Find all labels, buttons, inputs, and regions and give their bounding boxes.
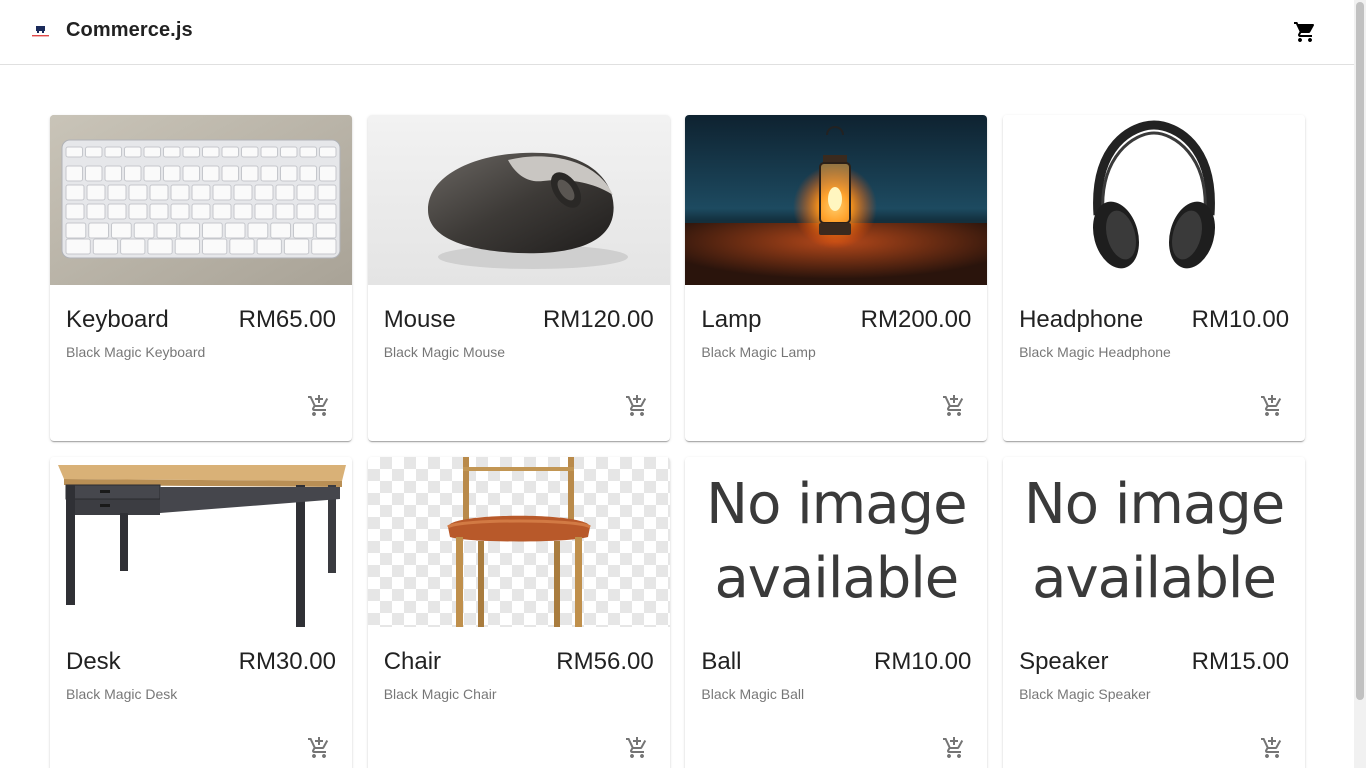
product-name: Chair	[383, 648, 442, 675]
product-description: Black Magic Headphone	[1019, 344, 1171, 360]
app-bar: Commerce.js	[0, 0, 1354, 65]
add-shopping-cart-icon	[1261, 737, 1282, 758]
add-to-cart-button[interactable]	[1257, 391, 1287, 421]
product-description: Black Magic Mouse	[383, 344, 506, 360]
product-card-ball: No image available Ball RM10.00 Black Ma…	[685, 457, 988, 768]
product-image-headphone	[1003, 115, 1306, 285]
add-to-cart-button[interactable]	[304, 391, 334, 421]
product-card-chair: Chair RM56.00 Black Magic Chair	[367, 457, 670, 768]
brand-title[interactable]: Commerce.js	[66, 19, 193, 42]
product-card-headphone: Headphone RM10.00 Black Magic Headphone	[1003, 115, 1306, 441]
product-name: Mouse	[383, 306, 456, 333]
product-image-placeholder: No image available	[685, 457, 988, 627]
add-to-cart-button[interactable]	[622, 391, 652, 421]
add-shopping-cart-icon	[943, 737, 964, 758]
cart-button[interactable]	[1286, 13, 1324, 51]
product-description: Black Magic Speaker	[1019, 686, 1151, 702]
product-image-keyboard	[50, 115, 352, 285]
add-shopping-cart-icon	[1261, 395, 1282, 416]
product-description: Black Magic Keyboard	[66, 344, 206, 360]
product-description: Black Magic Lamp	[701, 344, 816, 360]
add-to-cart-button[interactable]	[1257, 733, 1287, 763]
product-image-chair	[367, 457, 670, 627]
add-to-cart-button[interactable]	[939, 391, 969, 421]
product-card-speaker: No image available Speaker RM15.00 Black…	[1003, 457, 1306, 768]
product-price: RM65.00	[238, 306, 336, 333]
add-to-cart-button[interactable]	[622, 733, 652, 763]
product-name: Headphone	[1019, 306, 1144, 333]
product-price: RM56.00	[556, 648, 654, 675]
add-to-cart-button[interactable]	[939, 733, 969, 763]
add-shopping-cart-icon	[308, 737, 329, 758]
product-price: RM120.00	[542, 306, 654, 333]
product-description: Black Magic Desk	[66, 686, 178, 702]
product-price: RM10.00	[873, 648, 972, 675]
add-to-cart-button[interactable]	[304, 733, 334, 763]
scrollbar-thumb[interactable]	[1356, 2, 1364, 700]
product-card-lamp: Lamp RM200.00 Black Magic Lamp	[685, 115, 988, 441]
product-name: Lamp	[701, 306, 762, 333]
add-shopping-cart-icon	[625, 395, 646, 416]
product-price: RM10.00	[1191, 306, 1290, 333]
product-price: RM200.00	[860, 306, 972, 333]
product-image-lamp	[685, 115, 988, 285]
product-description: Black Magic Ball	[701, 686, 805, 702]
product-name: Desk	[66, 648, 121, 675]
commerce-logo-icon[interactable]	[31, 22, 50, 42]
product-image-placeholder: No image available	[1003, 457, 1306, 627]
product-price: RM30.00	[238, 648, 336, 675]
product-description: Black Magic Chair	[383, 686, 497, 702]
product-image-desk	[50, 457, 352, 627]
add-shopping-cart-icon	[625, 737, 646, 758]
product-card-keyboard: Keyboard RM65.00 Black Magic Keyboard	[50, 115, 352, 441]
product-price: RM15.00	[1191, 648, 1290, 675]
product-name: Speaker	[1019, 648, 1109, 675]
product-card-desk: Desk RM30.00 Black Magic Desk	[50, 457, 352, 768]
product-image-mouse	[367, 115, 670, 285]
product-grid: Keyboard RM65.00 Black Magic Keyboard Mo…	[50, 115, 1306, 768]
product-name: Ball	[701, 648, 742, 675]
shopping-cart-icon	[1294, 22, 1315, 42]
vertical-scrollbar[interactable]	[1354, 0, 1366, 768]
product-name: Keyboard	[66, 306, 169, 333]
product-card-mouse: Mouse RM120.00 Black Magic Mouse	[367, 115, 670, 441]
add-shopping-cart-icon	[943, 395, 964, 416]
add-shopping-cart-icon	[308, 395, 329, 416]
